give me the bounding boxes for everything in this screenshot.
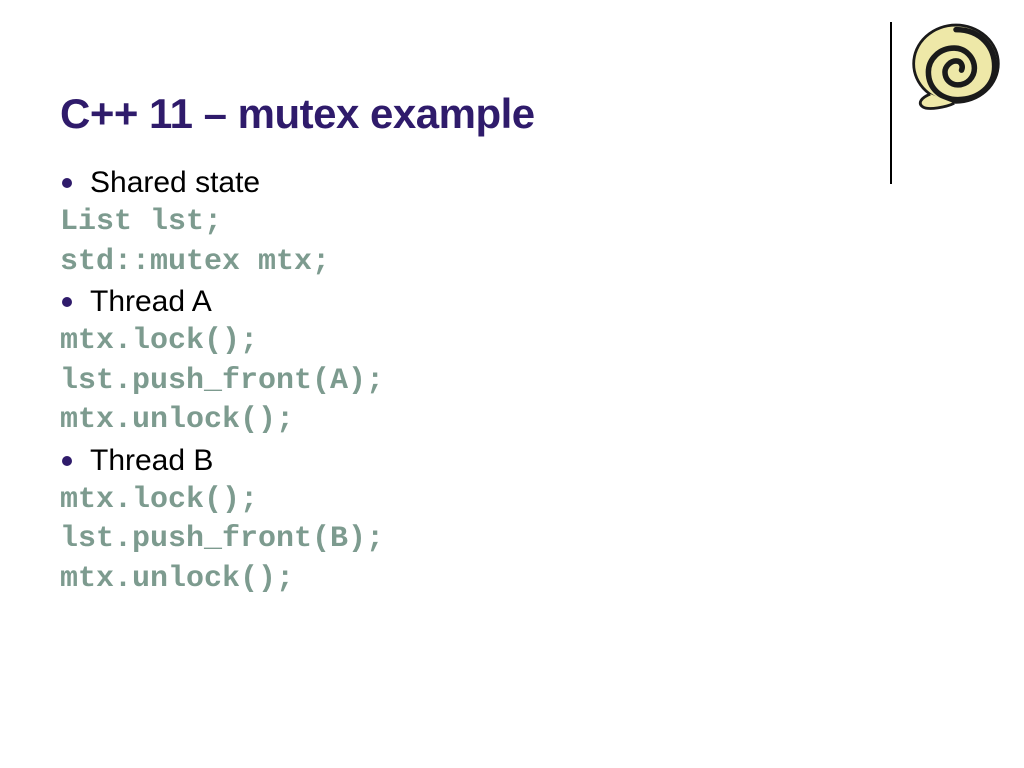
- code-line: lst.push_front(B);: [60, 521, 964, 559]
- slide-content: C++ 11 – mutex example Shared state List…: [0, 0, 1024, 768]
- bullet-dot-icon: [62, 178, 72, 188]
- bullet-thread-a: Thread A: [60, 285, 964, 319]
- code-line: lst.push_front(A);: [60, 363, 964, 401]
- slide-title: C++ 11 – mutex example: [60, 90, 964, 138]
- code-line: mtx.unlock();: [60, 561, 964, 599]
- vertical-divider: [890, 22, 892, 184]
- code-line: mtx.unlock();: [60, 402, 964, 440]
- code-line: std::mutex mtx;: [60, 244, 964, 282]
- snail-icon: [910, 22, 1002, 110]
- bullet-shared-state: Shared state: [60, 166, 964, 200]
- bullet-text: Thread B: [90, 444, 213, 478]
- bullet-thread-b: Thread B: [60, 444, 964, 478]
- code-line: List lst;: [60, 204, 964, 242]
- code-line: mtx.lock();: [60, 323, 964, 361]
- bullet-text: Thread A: [90, 285, 212, 319]
- bullet-text: Shared state: [90, 166, 260, 200]
- code-line: mtx.lock();: [60, 482, 964, 520]
- bullet-dot-icon: [62, 456, 72, 466]
- bullet-dot-icon: [62, 297, 72, 307]
